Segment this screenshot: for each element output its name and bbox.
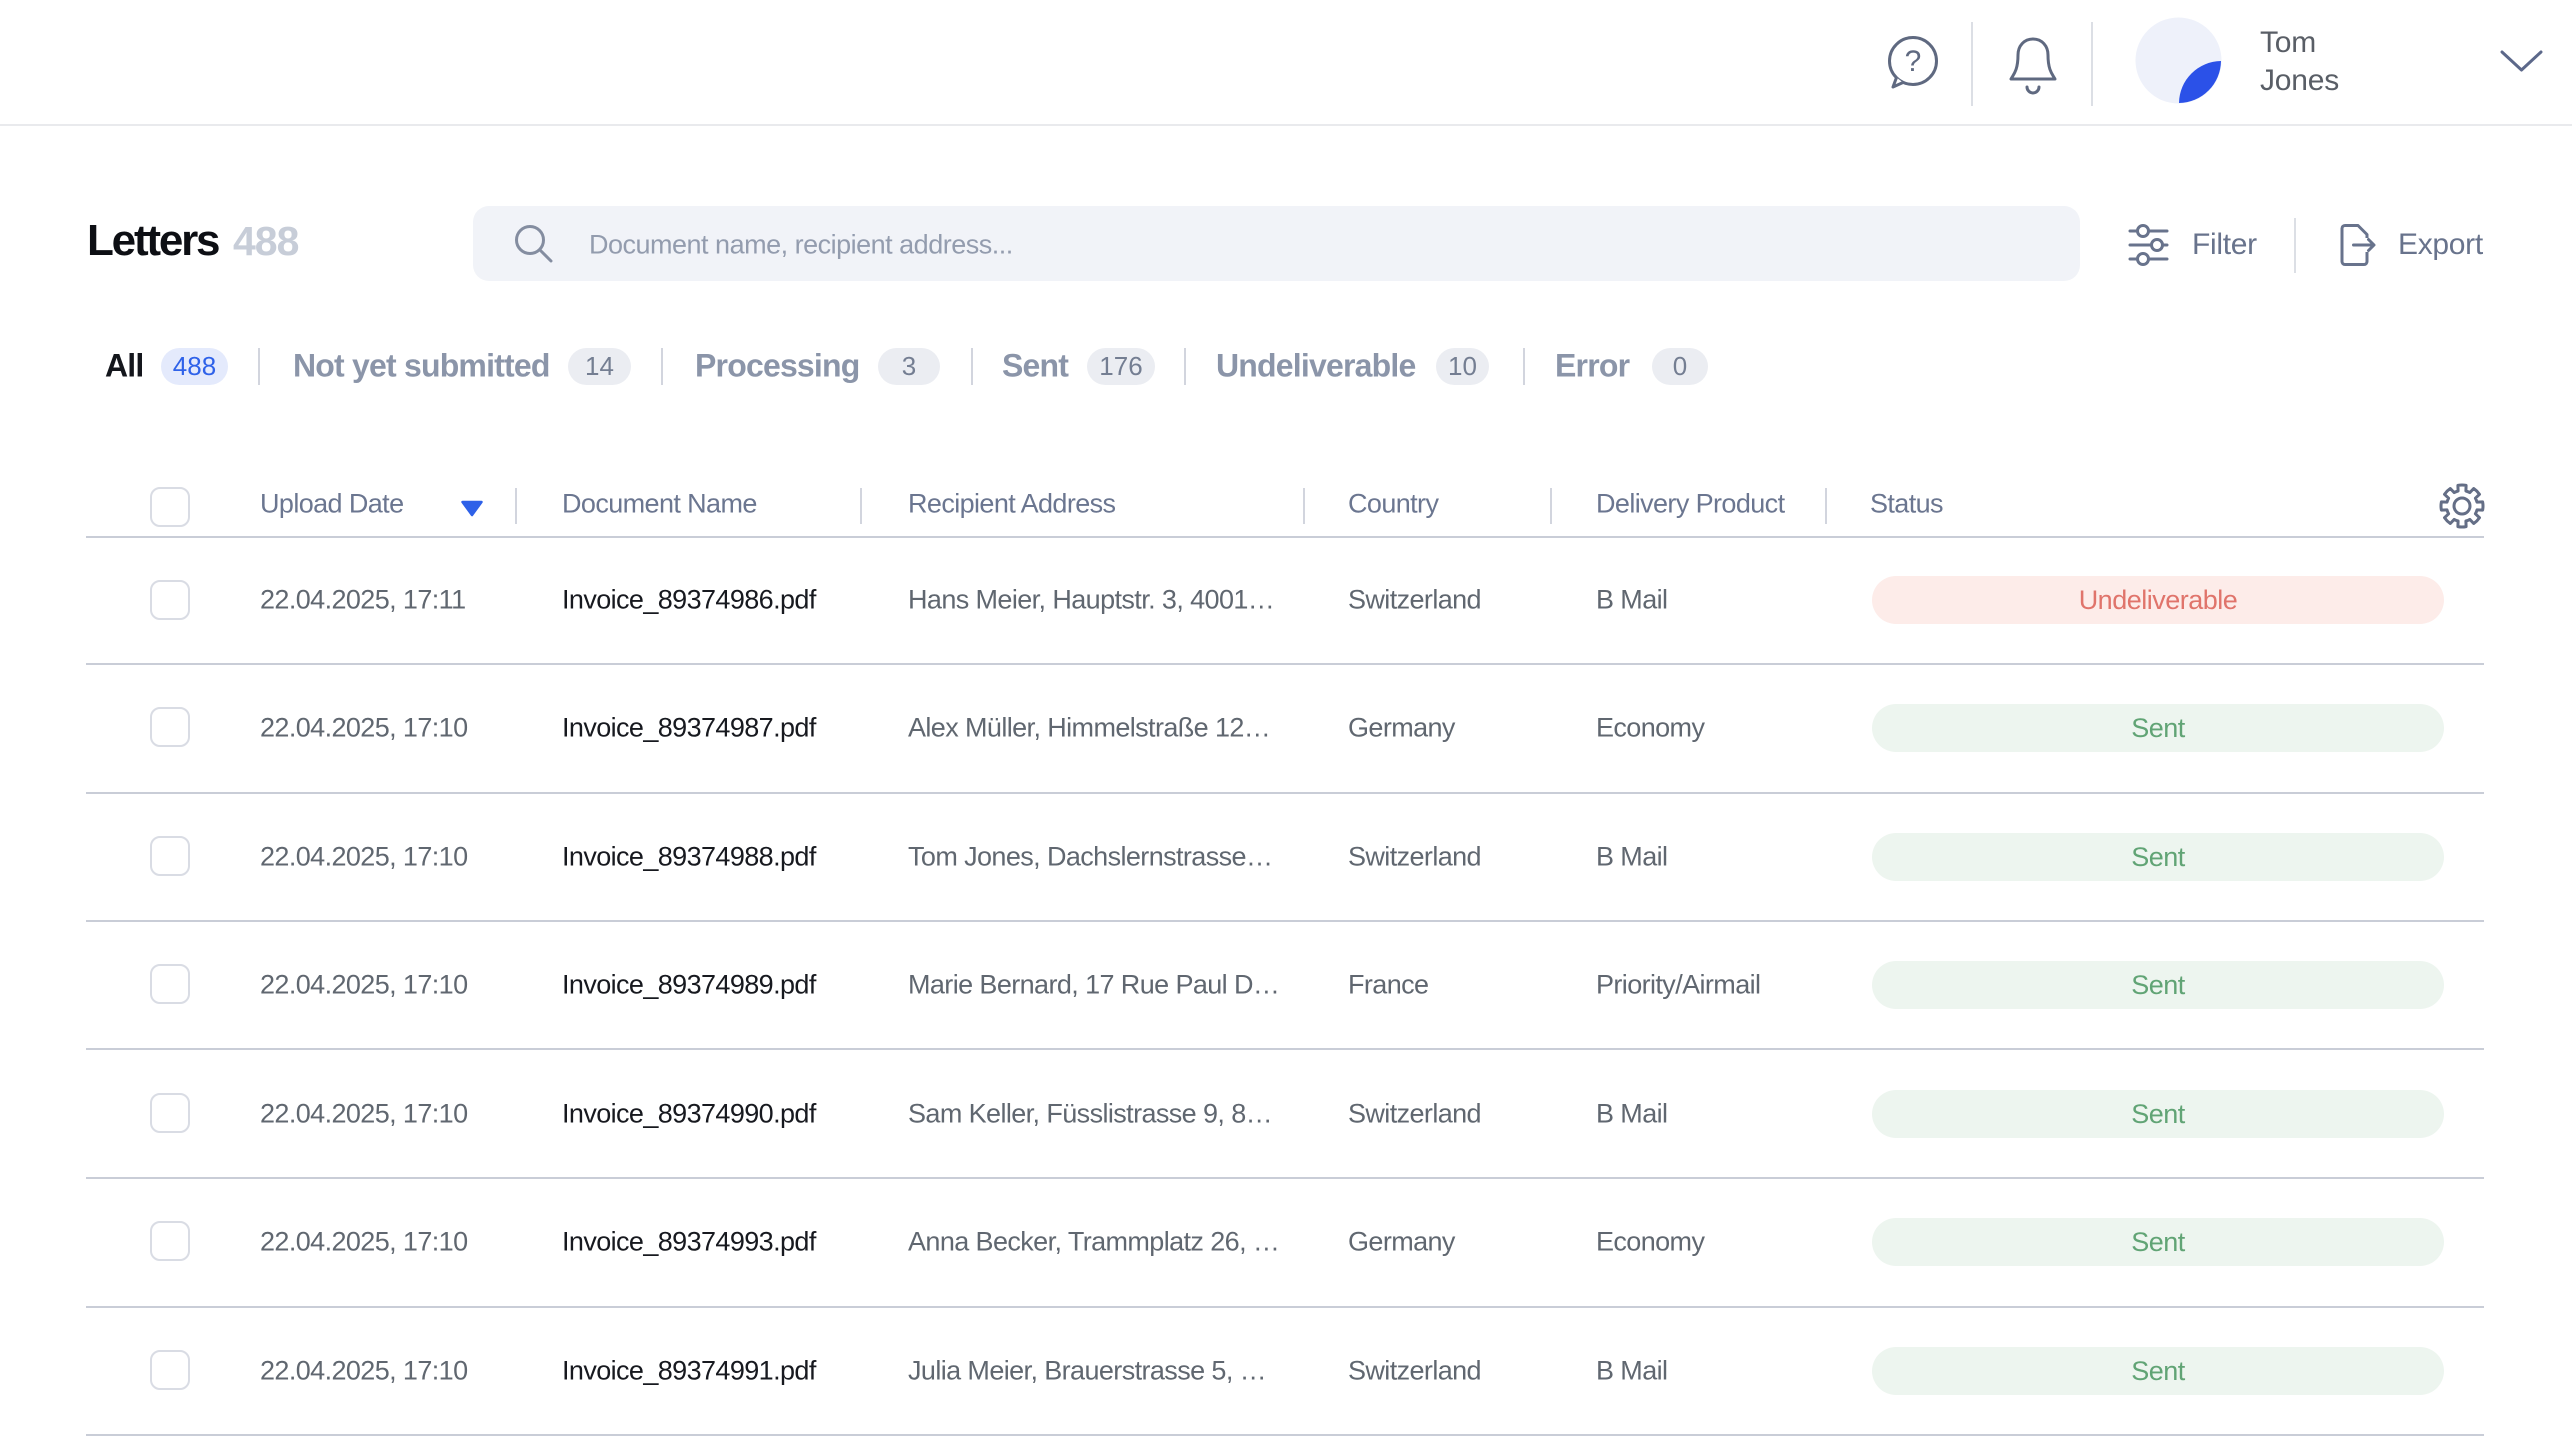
svg-text:?: ?	[1905, 45, 1922, 78]
